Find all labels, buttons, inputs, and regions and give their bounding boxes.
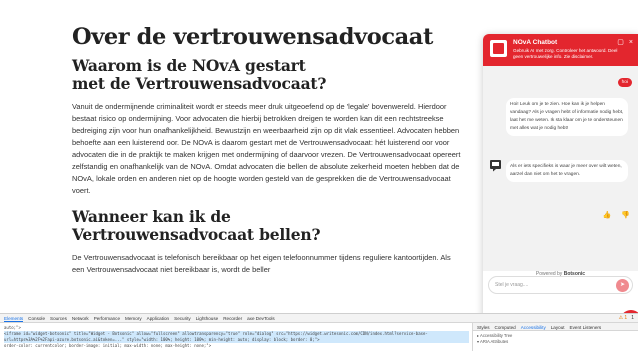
chatbot-disclaimer: Gebruik AI met zorg. Controleer het antw… [513,48,618,59]
chat-input[interactable]: Stel je vraag.... ➤ [488,276,633,294]
tab-event-listeners[interactable]: Event Listeners [570,325,602,330]
section-1-body: Vanuit de ondermijnende criminaliteit wo… [72,102,461,195]
section-2-title-line-2: Vertrouwensadvocaat bellen? [72,225,321,244]
tab-layout[interactable]: Layout [551,325,565,330]
tab-performance[interactable]: Performance [94,316,120,322]
chat-messages: hoi Hoi! Leuk om je te zien. Hoe kan ik … [483,66,638,294]
section-1-title-line-2: met de Vertrouwensadvocaat? [72,74,327,93]
page-title: Over de vertrouwensadvocaat [72,24,433,50]
tab-axe-devtools[interactable]: axe DevTools [247,316,275,322]
devtools-status: ⚠ 1 1 [619,315,634,321]
tab-styles[interactable]: Styles [477,325,490,330]
tab-recorder[interactable]: Recorder [223,316,242,322]
article: Over de vertrouwensadvocaat Waarom is de… [72,24,462,276]
send-button[interactable]: ➤ [616,279,629,292]
sidebar-tabs: Styles Computed Accessibility Layout Eve… [473,323,638,331]
chatbot-logo-icon [490,40,507,57]
tab-elements[interactable]: Elements [4,316,24,322]
accessibility-tree: ▸ Accessibility Tree ▾ ARIA Attributes [473,331,638,345]
dom-line-selected[interactable]: <iframe id="widget-botsonic" title="Widg… [4,331,469,343]
devtools-tabs: Elements Console Sources Network Perform… [0,314,638,323]
devtools-panel: Elements Console Sources Network Perform… [0,313,638,351]
section-2-title: Wanneer kan ik de Vertrouwensadvocaat be… [72,208,462,244]
user-message: hoi [617,78,632,87]
bot-message: Als er iets specifieks is waar je meer o… [506,160,628,182]
close-icon[interactable]: × [629,39,633,47]
devtools-sidebar: Styles Computed Accessibility Layout Eve… [472,323,638,351]
bot-avatar-icon [490,160,501,172]
tab-application[interactable]: Application [147,316,169,322]
section-2-body: De Vertrouwensadvocaat is telefonisch be… [72,253,451,274]
botsonic-brand: Botsonic [563,271,586,277]
chatbot-header: NOvA Chatbot Gebruik AI met zorg. Contro… [483,34,638,66]
section-1-title-line-1: Waarom is de NOvA gestart [72,56,306,75]
thumbs-down-icon[interactable]: 👎 [621,211,630,219]
powered-by[interactable]: Powered by Botsonic [483,271,638,277]
chatbot-header-controls: ▢ × [617,39,633,47]
powered-by-label: Powered by [535,271,563,277]
tab-sources[interactable]: Sources [50,316,67,322]
expand-icon[interactable]: ▢ [617,39,624,47]
tab-memory[interactable]: Memory [125,316,142,322]
thumbs-up-icon[interactable]: 👍 [603,211,612,219]
tree-item[interactable]: ▾ ARIA Attributes [477,339,638,345]
issues-count[interactable]: 1 [631,315,634,321]
tab-lighthouse[interactable]: Lighthouse [196,316,218,322]
warning-count[interactable]: ⚠ 1 [619,315,628,321]
chatbot-title: NOvA Chatbot [513,39,558,46]
section-2-title-line-1: Wanneer kan ik de [72,207,231,226]
tab-console[interactable]: Console [28,316,45,322]
dom-tree: auto;"> <iframe id="widget-botsonic" tit… [4,325,469,349]
chat-input-placeholder: Stel je vraag.... [495,282,529,288]
tab-security[interactable]: Security [174,316,191,322]
bot-message: Hoi! Leuk om je te zien. Hoe kan ik je h… [506,98,628,136]
tab-accessibility[interactable]: Accessibility [521,325,546,330]
chatbot-window: NOvA Chatbot Gebruik AI met zorg. Contro… [483,34,638,351]
tab-network[interactable]: Network [72,316,89,322]
dom-line[interactable]: order-color: currentcolor; border-image:… [4,343,469,349]
message-feedback: 👍 👎 [603,211,630,219]
tab-computed[interactable]: Computed [495,325,516,330]
section-1-title: Waarom is de NOvA gestart met de Vertrou… [72,57,462,93]
